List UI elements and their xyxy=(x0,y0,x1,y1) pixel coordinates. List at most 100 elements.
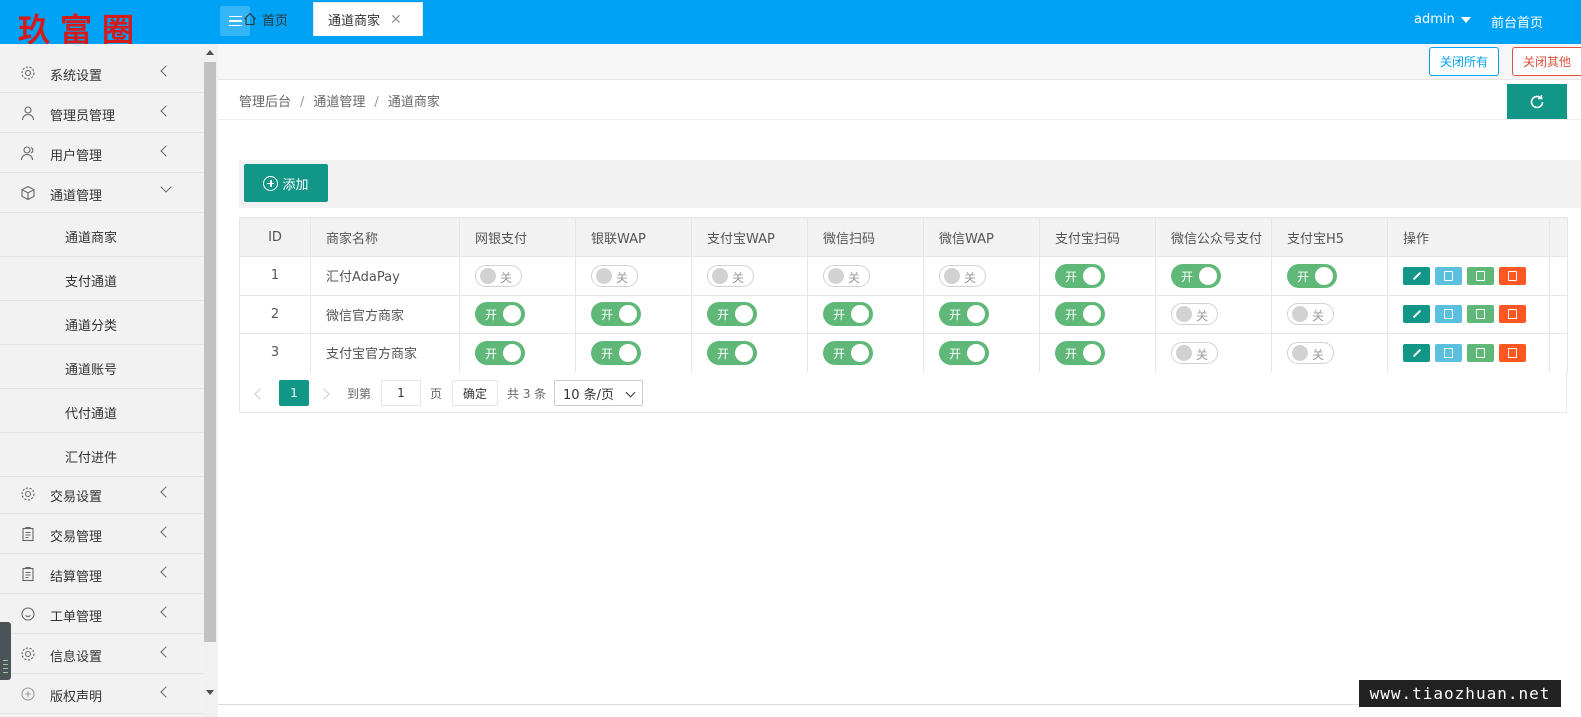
toggle-switch[interactable]: 开 xyxy=(591,340,641,365)
toggle-text: 关 xyxy=(848,270,861,285)
toggle-switch[interactable]: 开 xyxy=(939,302,989,327)
toggle-switch[interactable]: 开 xyxy=(475,302,525,327)
clipboard-icon xyxy=(22,526,34,542)
document-icon xyxy=(1444,270,1453,281)
copy-icon xyxy=(1476,309,1485,320)
toggle-switch[interactable]: 开 xyxy=(1055,302,1105,327)
sidebar-item-channel-management[interactable]: 通道管理 xyxy=(0,173,203,213)
delete-button[interactable] xyxy=(1499,343,1526,362)
toggle-switch[interactable]: 关 xyxy=(707,264,754,287)
plus-circle-icon xyxy=(263,175,279,191)
toggle-switch[interactable]: 关 xyxy=(1287,303,1334,326)
page-size-select[interactable]: 10 条/页 xyxy=(554,380,643,406)
view-button[interactable] xyxy=(1435,305,1462,324)
submenu-item-channel-merchant[interactable]: 通道商家 xyxy=(0,213,203,257)
close-icon[interactable]: ✕ xyxy=(390,12,402,28)
close-all-tabs-button[interactable]: 关闭所有 xyxy=(1429,47,1499,76)
sidebar-item-label: 版权声明 xyxy=(50,690,103,705)
toggle-knob xyxy=(1176,344,1192,361)
chevron-left-icon xyxy=(254,388,266,400)
close-other-tabs-button[interactable]: 关闭其他 xyxy=(1512,47,1581,76)
toggle-switch[interactable]: 开 xyxy=(823,302,873,327)
refresh-icon xyxy=(1530,94,1544,108)
sidebar-item-system-settings[interactable]: 系统设置 xyxy=(0,53,203,93)
toggle-knob xyxy=(480,267,496,284)
goto-page-input[interactable]: 1 xyxy=(381,380,421,406)
sidebar-item-trade-management[interactable]: 交易管理 xyxy=(0,514,203,554)
sidebar-item-label: 系统设置 xyxy=(50,69,103,84)
breadcrumb-item[interactable]: 通道管理 xyxy=(313,95,365,110)
toggle-switch[interactable]: 开 xyxy=(1055,263,1105,288)
toggle-switch[interactable]: 开 xyxy=(707,302,757,327)
sidebar-item-trade-settings[interactable]: 交易设置 xyxy=(0,474,203,514)
chevron-left-icon xyxy=(160,686,172,698)
toggle-switch[interactable]: 关 xyxy=(939,264,986,287)
site-logo[interactable]: 玖富圈 xyxy=(18,10,144,44)
column-header: 微信公众号支付 xyxy=(1155,217,1272,257)
cell-merchant-name: 汇付AdaPay xyxy=(310,256,460,296)
sidebar-item-info-settings[interactable]: 信息设置 xyxy=(0,634,203,674)
submenu-item-huifu-onboarding[interactable]: 汇付进件 xyxy=(0,433,203,477)
cell-switch: 关 xyxy=(1155,294,1272,334)
sidebar-item-ticket-management[interactable]: 工单管理 xyxy=(0,594,203,634)
copy-button[interactable] xyxy=(1467,266,1494,285)
cell-switch: 开 xyxy=(1155,256,1272,296)
toggle-switch[interactable]: 开 xyxy=(475,340,525,365)
toggle-switch[interactable]: 关 xyxy=(1171,303,1218,326)
submenu-item-channel-account[interactable]: 通道账号 xyxy=(0,345,203,389)
toggle-switch[interactable]: 开 xyxy=(1287,263,1337,288)
sidebar-item-copyright[interactable]: 版权声明 xyxy=(0,674,203,714)
cell-switch: 开 xyxy=(1271,256,1388,296)
toggle-switch[interactable]: 关 xyxy=(1287,341,1334,364)
toggle-text: 关 xyxy=(616,270,629,285)
floating-side-widget[interactable] xyxy=(0,622,11,680)
cell-filler xyxy=(1549,256,1568,296)
copy-button[interactable] xyxy=(1467,305,1494,324)
scroll-down-arrow-icon[interactable] xyxy=(206,690,214,695)
sidebar-scrollbar-thumb[interactable] xyxy=(204,62,216,642)
sidebar-item-admin-management[interactable]: 管理员管理 xyxy=(0,93,203,133)
toggle-switch[interactable]: 开 xyxy=(1055,340,1105,365)
toggle-switch[interactable]: 开 xyxy=(823,340,873,365)
sidebar-item-user-management[interactable]: 用户管理 xyxy=(0,133,203,173)
copy-button[interactable] xyxy=(1467,343,1494,362)
edit-button[interactable] xyxy=(1403,305,1430,324)
front-home-link[interactable]: 前台首页 xyxy=(1491,12,1543,31)
page-number-current[interactable]: 1 xyxy=(279,380,309,406)
toggle-knob xyxy=(1292,344,1308,361)
toggle-switch[interactable]: 开 xyxy=(1171,263,1221,288)
toggle-switch[interactable]: 关 xyxy=(591,264,638,287)
view-button[interactable] xyxy=(1435,266,1462,285)
prev-page-button[interactable] xyxy=(254,381,268,407)
cube-icon xyxy=(21,185,35,201)
edit-button[interactable] xyxy=(1403,343,1430,362)
toggle-switch[interactable]: 关 xyxy=(1171,341,1218,364)
goto-confirm-button[interactable]: 确定 xyxy=(452,380,498,406)
next-page-button[interactable] xyxy=(318,381,332,407)
submenu-item-payment-channel[interactable]: 支付通道 xyxy=(0,257,203,301)
edit-button[interactable] xyxy=(1403,266,1430,285)
toggle-switch[interactable]: 关 xyxy=(475,264,522,287)
toggle-switch[interactable]: 关 xyxy=(823,264,870,287)
cell-switch: 开 xyxy=(459,294,576,334)
submenu-item-channel-category[interactable]: 通道分类 xyxy=(0,301,203,345)
tab-channel-merchant[interactable]: 通道商家 ✕ xyxy=(313,2,423,36)
table-row: 3 支付宝官方商家 开 开 开 开 开 开 关 关 xyxy=(239,333,1568,373)
delete-button[interactable] xyxy=(1499,266,1526,285)
toggle-text: 开 xyxy=(717,346,730,361)
sidebar-item-settlement-management[interactable]: 结算管理 xyxy=(0,554,203,594)
breadcrumb-item[interactable]: 管理后台 xyxy=(239,95,291,110)
tab-home[interactable]: 首页 xyxy=(231,2,313,36)
scroll-up-arrow-icon[interactable] xyxy=(206,50,214,55)
toggle-switch[interactable]: 开 xyxy=(707,340,757,365)
delete-button[interactable] xyxy=(1499,305,1526,324)
user-menu[interactable]: admin xyxy=(1414,12,1471,27)
toggle-switch[interactable]: 开 xyxy=(939,340,989,365)
toggle-text: 开 xyxy=(601,308,614,323)
view-button[interactable] xyxy=(1435,343,1462,362)
add-button[interactable]: 添加 xyxy=(244,164,328,202)
submenu-item-payout-channel[interactable]: 代付通道 xyxy=(0,389,203,433)
refresh-button[interactable] xyxy=(1507,84,1567,119)
submenu-label: 支付通道 xyxy=(65,275,118,290)
toggle-switch[interactable]: 开 xyxy=(591,302,641,327)
